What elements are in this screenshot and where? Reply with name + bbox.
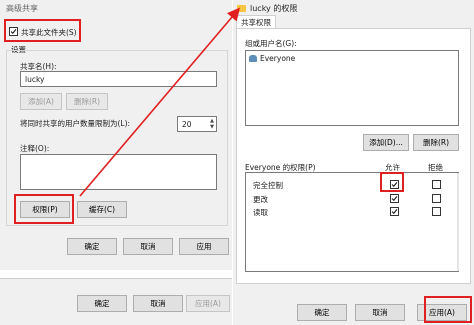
users-listbox[interactable]: Everyone bbox=[245, 50, 459, 126]
tab-share-permissions[interactable]: 共享权限 bbox=[236, 15, 276, 29]
highlight-share-checkbox bbox=[4, 19, 81, 42]
caching-button[interactable]: 缓存(C) bbox=[77, 201, 127, 218]
group-users-label: 组或用户名(G): bbox=[245, 39, 297, 48]
perm-name-change: 更改 bbox=[253, 195, 268, 204]
cancel-button[interactable]: 取消 bbox=[123, 238, 173, 255]
apply-button[interactable]: 应用 bbox=[179, 238, 229, 255]
share-name-input[interactable]: lucky bbox=[20, 71, 217, 87]
properties-cancel-button[interactable]: 取消 bbox=[133, 295, 183, 312]
user-limit-label: 将同时共享的用户数量限制为(L): bbox=[20, 119, 131, 128]
check-icon bbox=[391, 209, 398, 215]
comment-label: 注释(O): bbox=[20, 144, 50, 153]
permissions-dialog: lucky 的权限 共享权限 组或用户名(G): Everyone 添加(D).… bbox=[233, 0, 474, 325]
perm-name-full-control: 完全控制 bbox=[253, 181, 283, 190]
deny-read-checkbox[interactable] bbox=[432, 207, 441, 216]
properties-dialog-footer: 确定 取消 应用(A) bbox=[0, 278, 232, 325]
deny-full-control-checkbox[interactable] bbox=[432, 180, 441, 189]
user-limit-value: 20 bbox=[182, 119, 192, 129]
permissions-title: lucky 的权限 bbox=[237, 0, 297, 16]
properties-apply-button[interactable]: 应用(A) bbox=[186, 295, 230, 312]
permissions-cancel-button[interactable]: 取消 bbox=[355, 304, 405, 321]
list-item-everyone[interactable]: Everyone bbox=[249, 54, 295, 63]
permissions-scrollbar[interactable] bbox=[457, 173, 459, 271]
allow-change-checkbox[interactable] bbox=[390, 194, 399, 203]
check-icon bbox=[391, 196, 398, 202]
properties-ok-button[interactable]: 确定 bbox=[77, 295, 127, 312]
permissions-ok-button[interactable]: 确定 bbox=[297, 304, 347, 321]
comment-textarea[interactable] bbox=[20, 154, 217, 190]
user-name: Everyone bbox=[260, 54, 296, 63]
remove-share-button[interactable]: 删除(R) bbox=[66, 93, 108, 110]
spin-arrows-icon[interactable]: ▲ ▼ bbox=[210, 118, 214, 130]
ok-button[interactable]: 确定 bbox=[67, 238, 117, 255]
users-icon bbox=[249, 55, 257, 62]
highlight-full-control-allow bbox=[380, 172, 404, 192]
add-user-button[interactable]: 添加(D)... bbox=[363, 134, 409, 151]
allow-read-checkbox[interactable] bbox=[390, 207, 399, 216]
folder-icon bbox=[237, 4, 246, 12]
add-share-button[interactable]: 添加(A) bbox=[20, 93, 62, 110]
dialog-title: 高级共享 bbox=[6, 3, 38, 13]
remove-user-button[interactable]: 删除(R) bbox=[413, 134, 459, 151]
highlight-permissions-button bbox=[14, 194, 74, 224]
highlight-apply-button bbox=[424, 296, 472, 323]
deny-change-checkbox[interactable] bbox=[432, 194, 441, 203]
perm-name-read: 读取 bbox=[253, 208, 268, 217]
user-limit-spinbox[interactable]: 20 ▲ ▼ bbox=[177, 116, 217, 132]
